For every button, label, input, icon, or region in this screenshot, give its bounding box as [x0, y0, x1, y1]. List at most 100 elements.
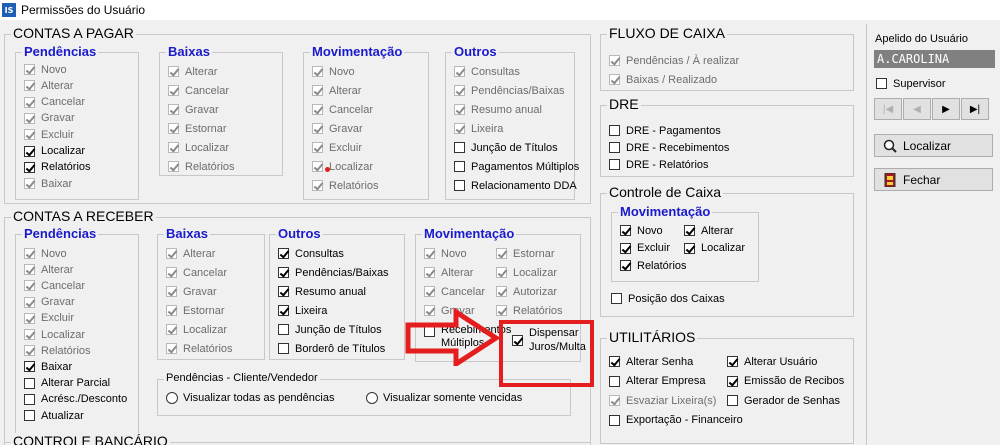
checkbox-consultas[interactable]: Consultas: [278, 246, 344, 261]
checkbox-box[interactable]: [609, 414, 620, 426]
checkbox-cancelar[interactable]: Cancelar: [24, 278, 85, 293]
checkbox-novo[interactable]: Novo: [312, 64, 355, 79]
checkbox-box[interactable]: [278, 305, 289, 316]
checkbox-alterar[interactable]: Alterar: [168, 64, 217, 79]
checkbox-relatorios[interactable]: Relatórios: [24, 160, 91, 175]
checkbox-relacionamento-dda[interactable]: Relacionamento DDA: [454, 178, 577, 193]
checkbox-box[interactable]: [168, 142, 179, 153]
checkbox-supervisor[interactable]: Supervisor: [876, 76, 946, 91]
checkbox-box[interactable]: [727, 395, 738, 406]
checkbox-box[interactable]: [609, 395, 620, 406]
checkbox-box[interactable]: [166, 324, 177, 335]
checkbox-box[interactable]: [496, 267, 507, 278]
checkbox-box[interactable]: [166, 286, 177, 297]
checkbox-novo[interactable]: Novo: [24, 246, 67, 261]
checkbox-box[interactable]: [312, 161, 323, 172]
checkbox-localizar[interactable]: Localizar: [166, 322, 227, 337]
checkbox-relatorios[interactable]: Relatórios: [24, 343, 91, 358]
nav-first-button[interactable]: |◀: [874, 98, 902, 120]
checkbox-gravar[interactable]: Gravar: [312, 121, 363, 136]
checkbox-estornar[interactable]: Estornar: [168, 121, 227, 136]
checkbox-box[interactable]: [609, 356, 620, 367]
checkbox-box[interactable]: [24, 145, 35, 157]
checkbox-esvaziar-lixeira-s[interactable]: Esvaziar Lixeira(s): [609, 393, 716, 408]
checkbox-box[interactable]: [278, 286, 289, 297]
checkbox-box[interactable]: [454, 66, 465, 77]
checkbox-atualizar[interactable]: Atualizar: [24, 408, 84, 423]
checkbox-box[interactable]: [278, 267, 289, 278]
checkbox-box[interactable]: [609, 375, 620, 387]
checkbox-box[interactable]: [876, 78, 887, 89]
checkbox-box[interactable]: [609, 74, 620, 85]
checkbox-localizar[interactable]: Localizar: [684, 241, 745, 256]
checkbox-excluir[interactable]: Excluir: [24, 127, 74, 142]
checkbox-relatorios[interactable]: Relatórios: [496, 303, 563, 318]
checkbox-relatorios[interactable]: Relatórios: [312, 178, 379, 193]
localizar-button[interactable]: Localizar: [874, 134, 993, 157]
checkbox-box[interactable]: [454, 142, 465, 153]
checkbox-box[interactable]: [454, 104, 465, 115]
checkbox-pagamentos-multiplos[interactable]: Pagamentos Múltiplos: [454, 159, 579, 174]
checkbox-box[interactable]: [496, 286, 507, 297]
checkbox-alterar-usuario[interactable]: Alterar Usuário: [727, 354, 817, 369]
checkbox-gravar[interactable]: Gravar: [24, 111, 75, 126]
checkbox-alterar-empresa[interactable]: Alterar Empresa: [609, 374, 705, 389]
checkbox-relatorios[interactable]: Relatórios: [620, 258, 687, 273]
checkbox-box[interactable]: [424, 267, 435, 278]
checkbox-box[interactable]: [424, 286, 435, 297]
checkbox-box[interactable]: [312, 180, 323, 191]
checkbox-alterar[interactable]: Alterar: [24, 78, 73, 93]
checkbox-box[interactable]: [24, 64, 35, 75]
checkbox-excluir[interactable]: Excluir: [312, 140, 362, 155]
checkbox-box[interactable]: [168, 85, 179, 96]
checkbox-novo[interactable]: Novo: [620, 223, 663, 238]
checkbox-cancelar[interactable]: Cancelar: [424, 284, 485, 299]
checkbox-cancelar[interactable]: Cancelar: [168, 83, 229, 98]
checkbox-box[interactable]: [24, 329, 35, 340]
checkbox-bordero-de-titulos[interactable]: Borderô de Títulos: [278, 341, 385, 356]
checkbox-gravar[interactable]: Gravar: [168, 102, 219, 117]
checkbox-autorizar[interactable]: Autorizar: [496, 284, 557, 299]
nav-next-button[interactable]: ▶: [932, 98, 960, 120]
checkbox-cancelar[interactable]: Cancelar: [24, 95, 85, 110]
checkbox-box[interactable]: [24, 393, 35, 405]
radio-visualizar-vencidas[interactable]: Visualizar somente vencidas: [366, 390, 522, 405]
checkbox-box[interactable]: [620, 260, 631, 271]
checkbox-relatorios[interactable]: Relatórios: [166, 341, 233, 356]
radio-circle[interactable]: [366, 391, 378, 404]
checkbox-box[interactable]: [727, 356, 738, 367]
checkbox-relatorios[interactable]: Relatórios: [168, 159, 235, 174]
checkbox-box[interactable]: [454, 123, 465, 134]
checkbox-resumo-anual[interactable]: Resumo anual: [454, 102, 542, 117]
checkbox-box[interactable]: [24, 312, 35, 324]
checkbox-alterar[interactable]: Alterar: [312, 83, 361, 98]
checkbox-box[interactable]: [727, 375, 738, 387]
checkbox-box[interactable]: [166, 305, 177, 316]
checkbox-estornar[interactable]: Estornar: [496, 246, 555, 261]
checkbox-box[interactable]: [278, 324, 289, 335]
checkbox-box[interactable]: [278, 343, 289, 354]
checkbox-box[interactable]: [312, 123, 323, 134]
checkbox-box[interactable]: [312, 142, 323, 153]
checkbox-box[interactable]: [424, 248, 435, 259]
checkbox-box[interactable]: [24, 264, 35, 276]
checkbox-box[interactable]: [166, 343, 177, 354]
checkbox-alterar[interactable]: Alterar: [166, 246, 215, 261]
checkbox-box[interactable]: [611, 293, 622, 304]
checkbox-acresc-desconto[interactable]: Acrésc./Desconto: [24, 392, 127, 407]
checkbox-estornar[interactable]: Estornar: [166, 303, 225, 318]
checkbox-box[interactable]: [620, 225, 631, 236]
fechar-button[interactable]: Fechar: [874, 168, 993, 191]
checkbox-box[interactable]: [684, 225, 695, 236]
checkbox-localizar[interactable]: Localizar: [312, 159, 373, 174]
checkbox-box[interactable]: [24, 161, 35, 173]
nav-last-button[interactable]: ▶|: [961, 98, 989, 120]
checkbox-box[interactable]: [24, 410, 35, 421]
checkbox-novo[interactable]: Novo: [424, 246, 467, 261]
checkbox-novo[interactable]: Novo: [24, 62, 67, 77]
apelido-field[interactable]: A.CAROLINA: [874, 50, 995, 68]
checkbox-box[interactable]: [454, 161, 465, 172]
checkbox-box[interactable]: [166, 248, 177, 259]
checkbox-excluir[interactable]: Excluir: [24, 311, 74, 326]
checkbox-box[interactable]: [24, 96, 35, 108]
